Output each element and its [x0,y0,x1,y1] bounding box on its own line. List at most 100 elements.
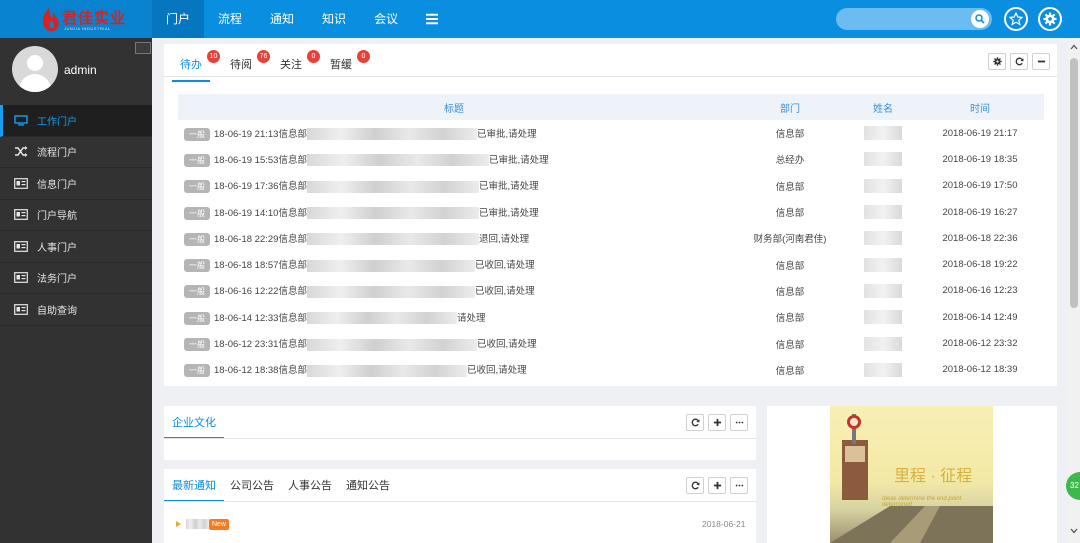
sidebar-collapse-icon[interactable] [135,42,151,54]
task-title-prefix: 18-06-14 12:33信息部 [214,312,307,324]
task-title-cell[interactable]: 一般 18-06-12 23:31信息部 已收回,请处理 [178,330,730,356]
task-title-cell[interactable]: 一般 18-06-16 12:22信息部 已收回,请处理 [178,278,730,304]
task-time-cell: 2018-06-18 22:36 [942,232,1018,244]
redacted-name [864,126,902,141]
priority-tag: 一般 [184,285,210,299]
task-title-suffix: 已审批,请处理 [478,181,539,193]
redacted-name [864,152,902,167]
sidebar-item-hr-portal[interactable]: 人事门户 [0,231,152,263]
task-name-cell [850,146,916,172]
nav-item-meeting[interactable]: 会议 [360,0,412,38]
task-title-cell[interactable]: 一般 18-06-12 18:38信息部 已收回,请处理 [178,357,730,383]
logo[interactable]: 君佳实业 JUNJIA INDUSTRIAL [0,0,152,38]
table-row[interactable]: 一般 18-06-12 18:38信息部 已收回,请处理 信息部 2018-06-1… [178,357,1044,383]
sidebar-item-self-service[interactable]: 自助查询 [0,294,152,326]
card-icon [14,240,28,252]
panel-more-button[interactable] [730,477,748,494]
table-row[interactable]: 一般 18-06-18 18:57信息部 已收回,请处理 信息部 2018-06-1… [178,251,1044,277]
panel-refresh-button[interactable] [686,477,704,494]
task-dept-cell: 信息部 [775,260,805,272]
nav-item-knowledge[interactable]: 知识 [308,0,360,38]
sidebar-item-portal-nav[interactable]: 门户导航 [0,200,152,231]
notice-tabs: 最新通知 公司公告 人事公告 通知公告 [164,469,396,502]
favorites-button[interactable] [1004,7,1028,31]
tab-label: 关注 [280,59,302,71]
table-row[interactable]: 一般 18-06-19 17:36信息部 已审批,请处理 信息部 2018-06-1… [178,173,1044,199]
search-input[interactable] [836,8,992,30]
search-button[interactable] [971,10,989,28]
chevron-down-icon[interactable] [1070,528,1078,534]
settings-button[interactable] [1038,7,1062,31]
sidebar-item-label: 自助查询 [37,305,77,317]
nav-item-portal[interactable]: 门户 [152,0,205,38]
table-row[interactable]: 一般 18-06-18 22:29信息部 退回,请处理 财务部(河南君佳) 2018… [178,225,1044,251]
chevron-up-icon[interactable] [1070,44,1078,50]
task-title-prefix: 18-06-19 15:53信息部 [214,154,307,166]
tab-latest-notice[interactable]: 最新通知 [164,469,224,502]
redacted-name [864,178,902,193]
priority-tag: 一般 [184,311,210,325]
task-title-cell[interactable]: 一般 18-06-19 15:53信息部 已审批,请处理 [178,146,730,172]
panel-settings-button[interactable] [988,53,1006,70]
sidebar-item-workflow-portal[interactable]: 流程门户 [0,137,152,168]
task-title-suffix: 已收回,请处理 [474,286,535,298]
task-title-suffix: 已收回,请处理 [466,365,527,377]
redacted-text [306,233,479,246]
task-title-cell[interactable]: 一般 18-06-18 18:57信息部 已收回,请处理 [178,251,730,277]
table-row[interactable]: 一般 18-06-19 21:13信息部 已审批,请处理 信息部 2018-06-1… [178,120,1044,146]
table-row[interactable]: 一般 18-06-19 15:53信息部 已审批,请处理 总经办 2018-06-1… [178,146,1044,172]
page-scrollbar[interactable] [1068,38,1080,543]
redacted-text [306,154,489,167]
panel-refresh-button[interactable] [1010,53,1028,70]
nav-menu-button[interactable] [412,0,452,38]
scrollbar-thumb[interactable] [1070,58,1078,308]
tab-company-announcement[interactable]: 公司公告 [222,469,282,502]
task-title-cell[interactable]: 一般 18-06-19 21:13信息部 已审批,请处理 [178,120,730,146]
tab-general-announcement[interactable]: 通知公告 [338,469,398,502]
task-title-cell[interactable]: 一般 18-06-18 22:29信息部 退回,请处理 [178,225,730,251]
task-time-cell: 2018-06-12 23:32 [942,338,1018,350]
tab-hr-announcement[interactable]: 人事公告 [280,469,340,502]
list-item[interactable]: New 2018-06-21 [176,517,756,531]
task-title-cell[interactable]: 一般 18-06-19 17:36信息部 已审批,请处理 [178,173,730,199]
table-row[interactable]: 一般 18-06-12 23:31信息部 已收回,请处理 信息部 2018-06-1… [178,330,1044,356]
nav-item-workflow[interactable]: 流程 [204,0,256,38]
panel-more-button[interactable] [730,414,748,431]
nav-item-notice[interactable]: 通知 [256,0,308,38]
poster-image[interactable]: 里程 · 征程 Ideas determine the end point de… [830,406,993,543]
avatar[interactable] [12,46,58,92]
avatar-head-shape [27,55,43,71]
minus-icon [1037,60,1045,63]
task-time-cell: 2018-06-16 12:23 [942,285,1018,297]
column-header-name[interactable]: 姓名 [850,94,916,120]
username: admin [64,63,97,77]
main-nav: 门户 流程 通知 知识 会议 [152,0,452,38]
task-title-prefix: 18-06-16 12:22信息部 [214,286,307,298]
column-header-time[interactable]: 时间 [916,94,1044,120]
column-header-dept[interactable]: 部门 [730,94,850,120]
sidebar-item-work-portal[interactable]: 工作门户 [0,105,152,137]
table-row[interactable]: 一般 18-06-14 12:33信息部 请处理 信息部 2018-06-14 12… [178,304,1044,330]
triangle-right-icon [176,521,181,527]
panel-collapse-button[interactable] [1032,53,1050,70]
task-title-prefix: 18-06-19 21:13信息部 [214,128,307,140]
task-title-cell[interactable]: 一般 18-06-14 12:33信息部 请处理 [178,304,730,330]
poster-title: 里程 · 征程 [894,468,973,485]
sidebar-item-info-portal[interactable]: 信息门户 [0,168,152,200]
task-name-cell [850,120,916,146]
task-dept-cell: 信息部 [775,286,805,298]
task-title-cell[interactable]: 一般 18-06-19 14:10信息部 已审批,请处理 [178,199,730,225]
table-row[interactable]: 一般 18-06-16 12:22信息部 已收回,请处理 信息部 2018-06-1… [178,278,1044,304]
task-title-suffix: 已审批,请处理 [488,154,549,166]
sidebar-item-label: 法务门户 [37,274,77,286]
logo-subtitle: JUNJIA INDUSTRIAL [64,26,111,31]
tab-corporate-culture[interactable]: 企业文化 [164,406,224,439]
task-name-cell [850,225,916,251]
panel-add-button[interactable] [708,414,726,431]
panel-add-button[interactable] [708,477,726,494]
task-time-cell: 2018-06-19 21:17 [942,127,1018,139]
column-header-title[interactable]: 标题 [178,94,730,120]
panel-refresh-button[interactable] [686,414,704,431]
table-row[interactable]: 一般 18-06-19 14:10信息部 已审批,请处理 信息部 2018-06-1… [178,199,1044,225]
sidebar-item-legal-portal[interactable]: 法务门户 [0,263,152,294]
